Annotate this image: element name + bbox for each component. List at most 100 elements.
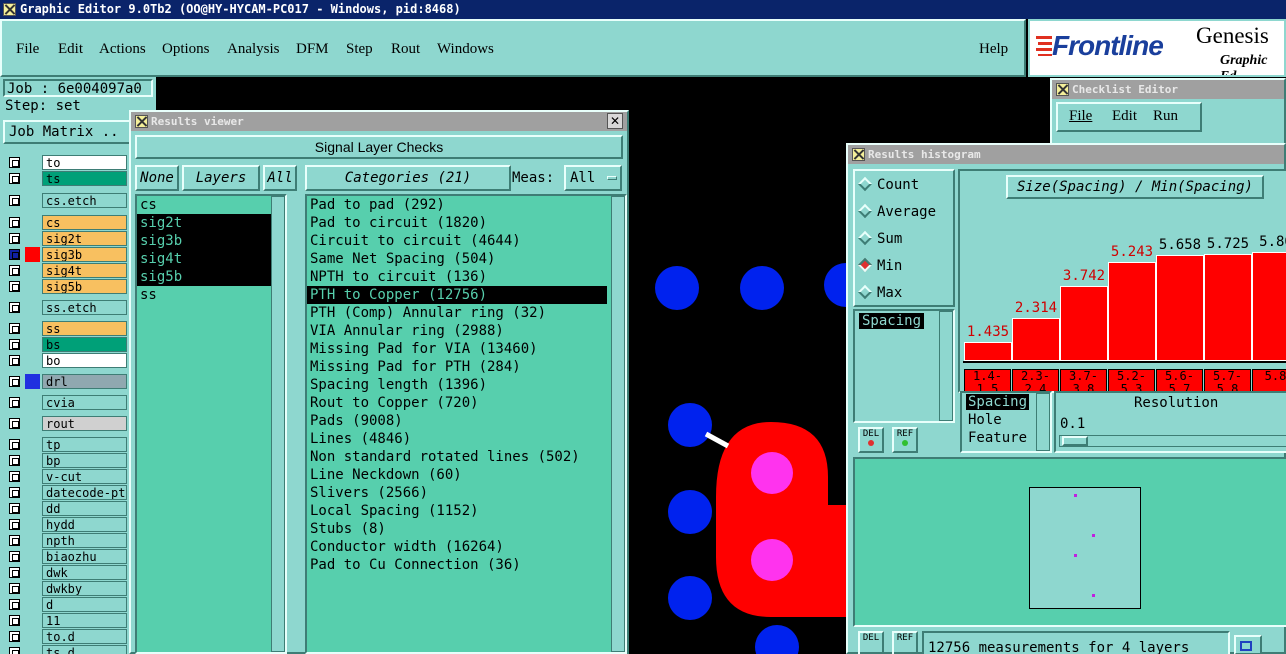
layer-row[interactable]: cs.etch	[4, 193, 127, 208]
categories-button[interactable]: Categories (21)	[305, 165, 511, 191]
result-layer-item[interactable]: sig4t	[137, 250, 275, 268]
layer-row[interactable]: datecode-pts	[4, 485, 127, 500]
layer-checkbox[interactable]	[9, 439, 20, 450]
histogram-bar[interactable]	[1060, 286, 1108, 361]
layer-checkbox[interactable]	[9, 519, 20, 530]
attribute-item-hole[interactable]: Hole	[968, 412, 1002, 428]
layer-list-scrollbar[interactable]	[271, 196, 285, 652]
none-button[interactable]: None	[135, 165, 179, 191]
menu-edit[interactable]: Edit	[58, 40, 83, 58]
category-item[interactable]: Circuit to circuit (4644)	[307, 232, 607, 250]
category-item[interactable]: Lines (4846)	[307, 430, 607, 448]
checklist-menu-run[interactable]: Run	[1153, 108, 1178, 125]
layer-checkbox[interactable]	[9, 418, 20, 429]
layer-checkbox[interactable]	[9, 323, 20, 334]
layer-row[interactable]: cs	[4, 215, 127, 230]
attribute-item-spacing[interactable]: Spacing	[966, 394, 1030, 410]
category-item[interactable]: Line Neckdown (60)	[307, 466, 607, 484]
layer-checkbox[interactable]	[9, 455, 20, 466]
layer-row[interactable]: to.d	[4, 629, 127, 644]
attribute-item-feature[interactable]: Feature	[968, 430, 1027, 446]
menu-dfm[interactable]: DFM	[296, 40, 329, 58]
layer-checkbox[interactable]	[9, 647, 20, 654]
menu-options[interactable]: Options	[162, 40, 210, 58]
category-item[interactable]: Pads (9008)	[307, 412, 607, 430]
layer-row[interactable]: cvia	[4, 395, 127, 410]
category-item[interactable]: Rout to Copper (720)	[307, 394, 607, 412]
layer-row[interactable]: sig2t	[4, 231, 127, 246]
layer-checkbox[interactable]	[9, 487, 20, 498]
layer-row[interactable]: v-cut	[4, 469, 127, 484]
category-item[interactable]: Pad to circuit (1820)	[307, 214, 607, 232]
histogram-bar[interactable]	[1204, 254, 1252, 361]
layer-row[interactable]: dwkby	[4, 581, 127, 596]
layer-row[interactable]: ts.d	[4, 645, 127, 654]
menu-step[interactable]: Step	[346, 40, 373, 58]
category-item[interactable]: Missing Pad for VIA (13460)	[307, 340, 607, 358]
layer-row[interactable]: ts	[4, 171, 127, 186]
category-item[interactable]: Same Net Spacing (504)	[307, 250, 607, 268]
del-button[interactable]: DEL	[858, 427, 884, 453]
category-item[interactable]: Spacing length (1396)	[307, 376, 607, 394]
category-item[interactable]: Slivers (2566)	[307, 484, 607, 502]
layer-checkbox[interactable]	[9, 551, 20, 562]
radio-min[interactable]: Min	[857, 256, 902, 276]
menu-help[interactable]: Help	[979, 40, 1008, 58]
measure-list[interactable]: Spacing	[853, 309, 955, 423]
layer-checkbox[interactable]	[9, 302, 20, 313]
layer-row[interactable]: drl	[4, 374, 127, 389]
layer-checkbox[interactable]	[9, 376, 20, 387]
layers-button[interactable]: Layers	[182, 165, 260, 191]
zoom-button[interactable]	[1234, 635, 1262, 654]
category-item[interactable]: Pad to pad (292)	[307, 196, 607, 214]
layer-checkbox[interactable]	[9, 265, 20, 276]
measure-list-scrollbar[interactable]	[939, 311, 953, 421]
category-item[interactable]: VIA Annular ring (2988)	[307, 322, 607, 340]
menu-analysis[interactable]: Analysis	[227, 40, 280, 58]
category-item[interactable]: NPTH to circuit (136)	[307, 268, 607, 286]
resolution-slider[interactable]	[1059, 435, 1286, 447]
radio-average[interactable]: Average	[857, 202, 936, 222]
histogram-bar[interactable]	[1108, 262, 1156, 361]
checklist-menu-file[interactable]: File	[1069, 108, 1092, 125]
layer-row[interactable]: hydd	[4, 517, 127, 532]
layer-row[interactable]: rout	[4, 416, 127, 431]
del-button-bottom[interactable]: DEL	[858, 631, 884, 654]
layer-checkbox[interactable]	[9, 195, 20, 206]
layer-row[interactable]: biaozhu	[4, 549, 127, 564]
layer-row[interactable]: dwk	[4, 565, 127, 580]
category-item[interactable]: Conductor width (16264)	[307, 538, 607, 556]
layer-checkbox[interactable]	[9, 217, 20, 228]
layer-checkbox[interactable]	[9, 471, 20, 482]
category-item[interactable]: Missing Pad for PTH (284)	[307, 358, 607, 376]
menu-rout[interactable]: Rout	[391, 40, 420, 58]
layer-checkbox[interactable]	[9, 535, 20, 546]
layer-checkbox[interactable]	[9, 281, 20, 292]
layer-checkbox[interactable]	[9, 631, 20, 642]
all-button[interactable]: All	[263, 165, 297, 191]
layer-checkbox[interactable]	[9, 355, 20, 366]
menu-file[interactable]: File	[16, 40, 39, 58]
layer-checkbox[interactable]	[9, 567, 20, 578]
layer-row[interactable]: sig5b	[4, 279, 127, 294]
result-layer-item[interactable]: ss	[137, 286, 275, 304]
checklist-menu-edit[interactable]: Edit	[1112, 108, 1137, 125]
resolution-slider-thumb[interactable]	[1062, 436, 1088, 446]
ref-button-bottom[interactable]: REF	[892, 631, 918, 654]
layer-checkbox[interactable]	[9, 249, 20, 260]
layer-row[interactable]: 11	[4, 613, 127, 628]
meas-select[interactable]: All	[564, 165, 622, 191]
result-layer-item[interactable]: cs	[137, 196, 275, 214]
layer-checkbox[interactable]	[9, 615, 20, 626]
attribute-list[interactable]: Spacing Hole Feature	[960, 391, 1052, 453]
result-layer-item[interactable]: sig2t	[137, 214, 275, 232]
layer-checkbox[interactable]	[9, 157, 20, 168]
layer-row[interactable]: to	[4, 155, 127, 170]
ref-button[interactable]: REF	[892, 427, 918, 453]
layer-results-list[interactable]: cs sig2t sig3b sig4t sig5b ss	[135, 194, 287, 654]
layer-checkbox[interactable]	[9, 599, 20, 610]
histogram-bar[interactable]	[1252, 252, 1286, 361]
layer-row[interactable]: bs	[4, 337, 127, 352]
radio-max[interactable]: Max	[857, 283, 902, 303]
layer-checkbox[interactable]	[9, 583, 20, 594]
